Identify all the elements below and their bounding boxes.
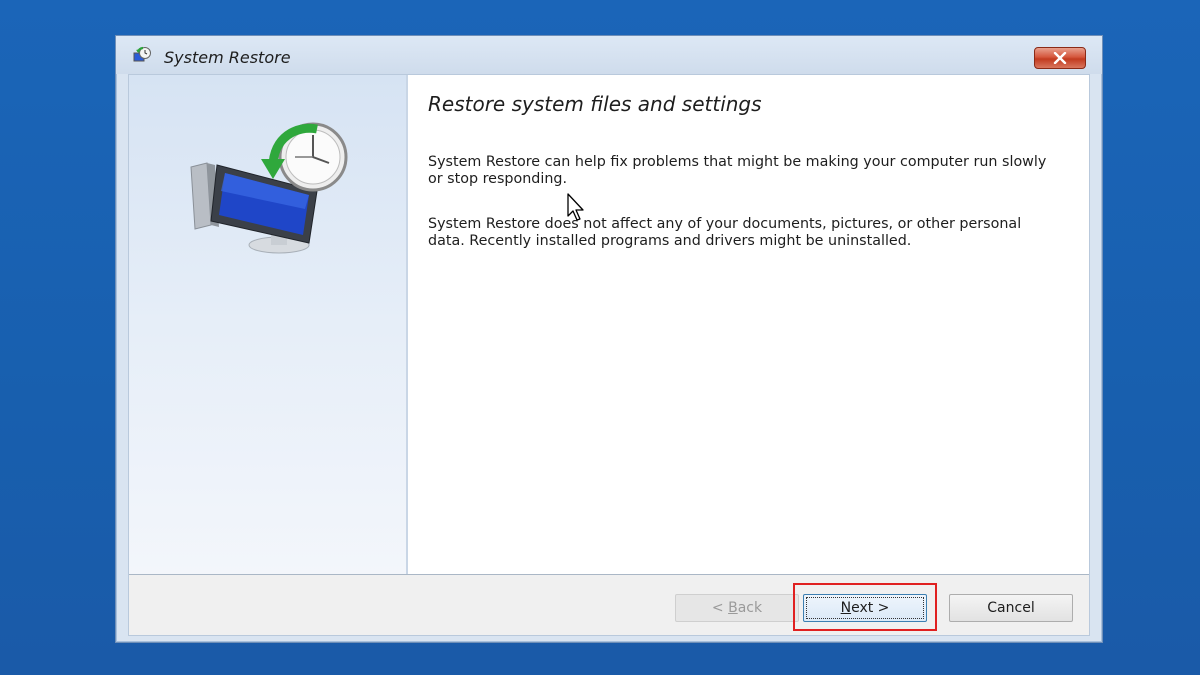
system-restore-icon — [133, 46, 151, 62]
description-paragraph-2: System Restore does not affect any of yo… — [428, 216, 1022, 249]
side-panel — [129, 75, 408, 574]
page-heading: Restore system files and settings — [428, 92, 762, 116]
button-bar: < Back Next > Cancel — [129, 574, 1089, 635]
next-button-label: Next > — [840, 600, 890, 616]
title-bar[interactable]: System Restore — [116, 36, 1102, 74]
close-icon — [1053, 52, 1067, 64]
dialog-client-area: Restore system files and settings System… — [128, 74, 1090, 636]
back-button[interactable]: < Back — [675, 594, 799, 622]
back-button-label: < Back — [711, 600, 763, 616]
window-title: System Restore — [164, 48, 291, 67]
close-button[interactable] — [1034, 47, 1086, 69]
next-button[interactable]: Next > — [803, 594, 927, 622]
computer-clock-restore-icon — [190, 122, 348, 254]
description-paragraph-1: System Restore can help fix problems tha… — [428, 154, 1047, 187]
main-panel: Restore system files and settings System… — [408, 75, 1089, 574]
cancel-button-label: Cancel — [987, 600, 1035, 616]
mouse-pointer-icon — [567, 193, 584, 221]
cancel-button[interactable]: Cancel — [949, 594, 1073, 622]
system-restore-window: System Restore Restore system files and … — [115, 35, 1103, 643]
